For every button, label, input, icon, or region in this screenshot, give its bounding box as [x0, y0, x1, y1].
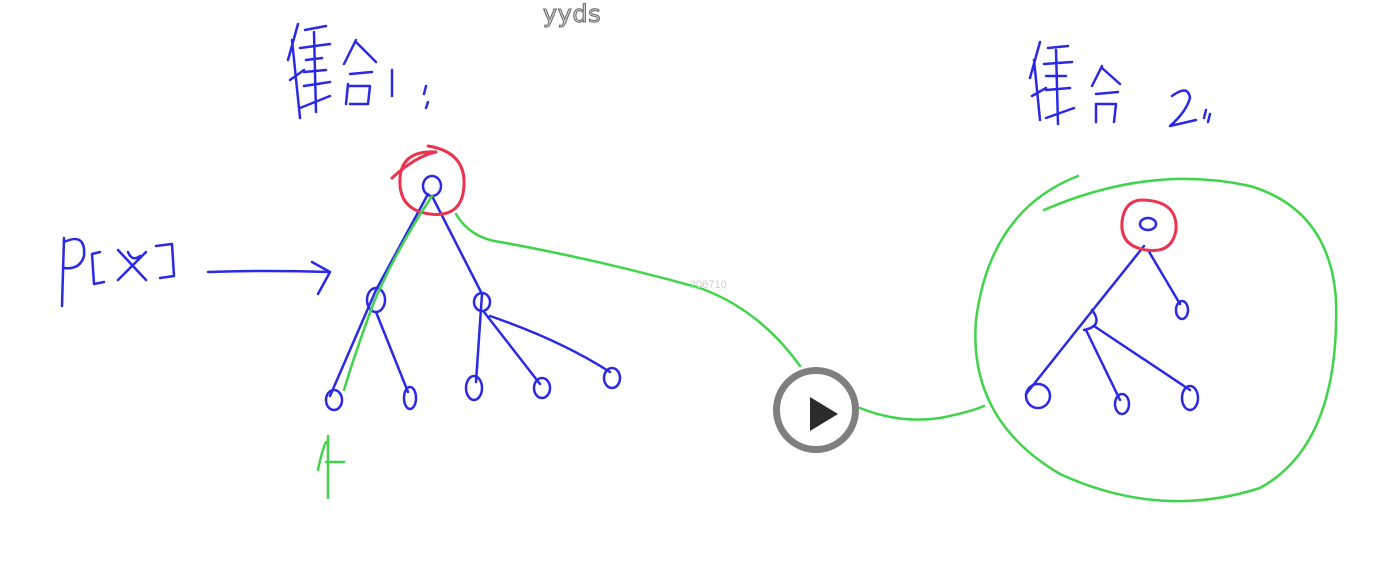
watermark-number: 206710 [690, 279, 727, 291]
handwriting-px-label [60, 236, 176, 308]
root-highlight-set-2 [1120, 198, 1178, 253]
green-annotations [316, 174, 1338, 503]
tree-set-1 [324, 174, 622, 412]
arrow-to-tree [206, 260, 332, 296]
play-button[interactable] [773, 367, 859, 453]
play-icon [810, 397, 838, 431]
tree-set-2 [1024, 216, 1200, 416]
handwriting-set-2 [1028, 40, 1212, 128]
handwriting-set-1 [286, 22, 430, 120]
